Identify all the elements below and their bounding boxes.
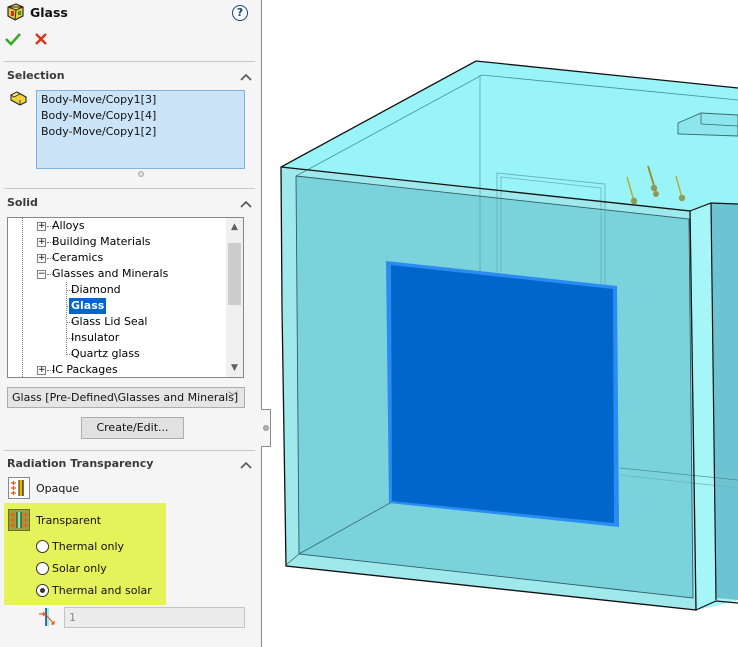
divider: [4, 188, 255, 189]
collapse-icon[interactable]: −: [37, 270, 46, 279]
graphics-viewport[interactable]: [263, 0, 738, 647]
tree-item[interactable]: Alloys: [52, 218, 85, 234]
selection-item[interactable]: Body-Move/Copy1[4]: [41, 108, 240, 124]
material-combo-value: Glass [Pre-Defined\Glasses and Minerals]: [12, 391, 239, 404]
selection-header[interactable]: Selection: [7, 69, 65, 82]
selection-item[interactable]: Body-Move/Copy1[2]: [41, 124, 240, 140]
help-button[interactable]: ?: [232, 5, 248, 21]
expand-icon[interactable]: +: [37, 366, 46, 375]
scroll-down-icon[interactable]: ▼: [226, 361, 243, 375]
glass-panel-face: [391, 265, 614, 523]
tree-item[interactable]: Glasses and Minerals: [52, 266, 168, 282]
radio-thermal-only[interactable]: [36, 540, 49, 553]
close-icon: [35, 33, 47, 45]
tree-item[interactable]: Glass Lid Seal: [71, 314, 148, 330]
tree-item[interactable]: Insulator: [71, 330, 119, 346]
selection-item[interactable]: Body-Move/Copy1[3]: [41, 92, 240, 108]
radio-solar-only[interactable]: [36, 562, 49, 575]
tree-guide: [66, 282, 67, 355]
create-edit-button[interactable]: Create/Edit...: [81, 417, 184, 439]
opaque-label[interactable]: Opaque: [36, 482, 79, 495]
expand-icon[interactable]: +: [37, 238, 46, 247]
opaque-icon: [11, 480, 24, 496]
tree-scrollbar[interactable]: ▲ ▼: [226, 218, 243, 377]
solid-header[interactable]: Solid: [7, 196, 38, 209]
transparent-label[interactable]: Transparent: [36, 514, 101, 527]
ok-button[interactable]: [5, 31, 21, 47]
radio-thermal-and-solar[interactable]: [36, 584, 49, 597]
collapse-solid-icon[interactable]: [240, 198, 252, 208]
property-manager-panel: Glass ? Selection Body-Move/Copy1[3] Bod…: [0, 0, 262, 647]
transparent-icon: [10, 512, 28, 528]
divider: [4, 61, 255, 62]
resize-handle[interactable]: [138, 171, 144, 177]
transmissivity-placeholder: 1: [69, 611, 76, 624]
scroll-up-icon[interactable]: ▲: [226, 220, 243, 234]
tree-item[interactable]: Quartz glass: [71, 346, 140, 362]
solid-body-icon: [10, 90, 28, 106]
tree-guide: [22, 218, 23, 377]
thermal-only-label[interactable]: Thermal only: [52, 540, 124, 553]
cancel-button[interactable]: [33, 31, 49, 47]
transmissivity-input[interactable]: 1: [64, 607, 245, 628]
solar-only-label[interactable]: Solar only: [52, 562, 107, 575]
page-title: Glass: [30, 5, 68, 20]
tree-item[interactable]: Ceramics: [52, 250, 103, 266]
collapse-selection-icon[interactable]: [240, 71, 252, 81]
material-icon: [6, 3, 26, 21]
scroll-thumb[interactable]: [228, 243, 241, 305]
selection-list[interactable]: Body-Move/Copy1[3] Body-Move/Copy1[4] Bo…: [36, 90, 245, 169]
tree-item-selected[interactable]: Glass: [69, 298, 107, 314]
tree-item[interactable]: Building Materials: [52, 234, 151, 250]
divider: [4, 450, 255, 451]
collapse-radiation-icon[interactable]: [240, 459, 252, 469]
transmissivity-icon: [38, 607, 56, 627]
tree-item[interactable]: IC Packages: [52, 362, 118, 377]
checkmark-icon: [5, 33, 21, 46]
chevron-down-icon: ﹀: [228, 392, 238, 403]
expand-icon[interactable]: +: [37, 254, 46, 263]
material-combo[interactable]: Glass [Pre-Defined\Glasses and Minerals]…: [7, 387, 245, 408]
radiation-header[interactable]: Radiation Transparency: [7, 457, 153, 470]
tree-item[interactable]: Diamond: [71, 282, 121, 298]
expand-icon[interactable]: +: [37, 222, 46, 231]
transparent-button[interactable]: [8, 509, 30, 531]
material-tree[interactable]: + Alloys + Building Materials + Ceramics…: [7, 217, 244, 378]
thermal-and-solar-label[interactable]: Thermal and solar: [52, 584, 152, 597]
opaque-button[interactable]: [8, 477, 30, 499]
